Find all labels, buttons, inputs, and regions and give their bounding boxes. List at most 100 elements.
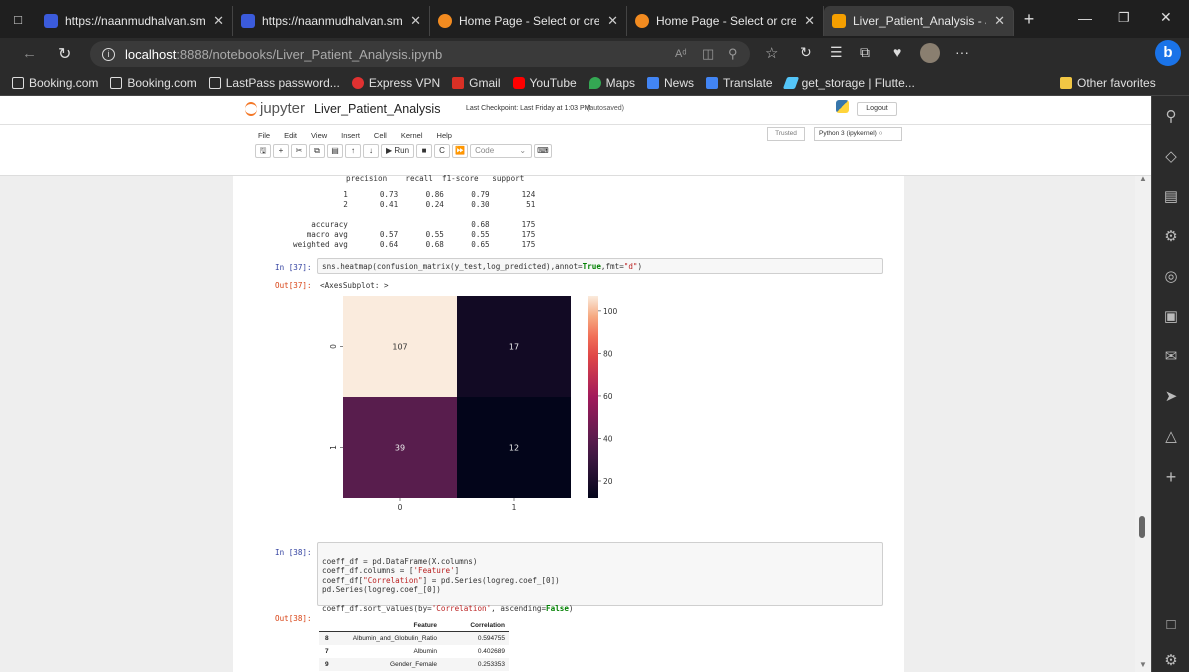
jupyter-header: jupyter Liver_Patient_Analysis Last Chec…	[0, 96, 1151, 176]
office-icon[interactable]: ▣	[1162, 308, 1180, 326]
bookmark-item[interactable]: Booking.com	[110, 76, 197, 90]
close-tab-icon[interactable]: ✕	[410, 13, 421, 29]
restart-icon[interactable]: C	[434, 144, 451, 158]
drop-icon[interactable]: △	[1162, 428, 1180, 446]
colorbar-tick-label: 20	[603, 477, 613, 486]
tab-actions-icon[interactable]: □	[0, 0, 36, 38]
scroll-up-icon[interactable]: ▲	[1139, 174, 1147, 183]
browser-tab[interactable]: https://naanmudhalvan.smarti ✕	[233, 6, 430, 36]
stop-icon[interactable]: ■	[416, 144, 433, 158]
bookmark-item[interactable]: YouTube	[512, 76, 577, 90]
bookmark-item[interactable]: Maps	[588, 75, 636, 90]
browser-tab[interactable]: https://naanmudhalvan.smarti ✕	[36, 6, 233, 36]
shopping-icon[interactable]: ▤	[1162, 188, 1180, 206]
close-tab-icon[interactable]: ✕	[213, 13, 224, 29]
scrollbar-thumb[interactable]	[1139, 516, 1145, 538]
bookmark-item[interactable]: LastPass password...	[208, 76, 340, 90]
bookmark-label: Maps	[605, 75, 636, 90]
notebook-area[interactable]: precision recall f1-score support 1 0.73…	[0, 174, 1151, 672]
menu-insert[interactable]: Insert	[341, 131, 360, 140]
kernel-indicator[interactable]: Python 3 (ipykernel) ○	[814, 127, 902, 141]
menu-bar: File Edit View Insert Cell Kernel Help	[258, 131, 452, 140]
add-icon[interactable]: +	[1162, 468, 1180, 486]
close-tab-icon[interactable]: ✕	[804, 13, 815, 29]
x-tick-label: 1	[512, 503, 517, 512]
search-icon[interactable]: ⚲	[1162, 108, 1180, 126]
read-aloud-icon[interactable]: Aᵈ	[675, 48, 687, 60]
outlook-icon[interactable]: ✉	[1162, 348, 1180, 366]
sidebar-toggle-icon[interactable]: □	[1162, 616, 1180, 634]
url-field[interactable]: i localhost:8888/notebooks/Liver_Patient…	[90, 41, 750, 67]
save-icon[interactable]: 🖫	[255, 144, 271, 158]
bookmark-label: Booking.com	[29, 75, 99, 90]
bookmark-item[interactable]: get_storage | Flutte...	[782, 76, 915, 90]
bookmark-item[interactable]: Gmail	[452, 76, 501, 90]
settings-icon[interactable]: ⚙	[1162, 652, 1180, 670]
menu-kernel[interactable]: Kernel	[401, 131, 423, 140]
profile-avatar[interactable]	[920, 43, 940, 63]
bookmark-item[interactable]: News	[647, 76, 694, 90]
jupyter-logo[interactable]: jupyter	[245, 100, 305, 117]
bookmark-item[interactable]: Booking.com	[12, 76, 98, 90]
paste-icon[interactable]: ▤	[327, 144, 343, 158]
extension-icon[interactable]: ↻	[800, 44, 812, 61]
info-icon[interactable]: i	[102, 47, 115, 61]
more-menu-icon[interactable]: ···	[955, 44, 969, 60]
bookmark-item[interactable]: Translate	[706, 76, 773, 90]
trusted-indicator[interactable]: Trusted	[767, 127, 805, 141]
move-up-icon[interactable]: ↑	[345, 144, 361, 158]
new-tab-button[interactable]: +	[1014, 9, 1044, 30]
menu-help[interactable]: Help	[437, 131, 452, 140]
insert-cell-icon[interactable]: +	[273, 144, 289, 158]
other-favorites[interactable]: Other favorites	[1060, 76, 1156, 90]
fast-forward-icon[interactable]: ⏩	[452, 144, 469, 158]
restore-button[interactable]: ❐	[1118, 10, 1130, 26]
browser-tab-active[interactable]: Liver_Patient_Analysis - Jupyte ✕	[824, 6, 1014, 36]
bookmark-item[interactable]: Express VPN	[351, 75, 441, 90]
menu-view[interactable]: View	[311, 131, 327, 140]
browser-tab[interactable]: Home Page - Select or create a ✕	[430, 6, 627, 36]
cell-annotation: 12	[509, 444, 519, 453]
tab-favicon-icon	[832, 14, 846, 28]
menu-file[interactable]: File	[258, 131, 270, 140]
browser-tab[interactable]: Home Page - Select or create a ✕	[627, 6, 824, 36]
close-tab-icon[interactable]: ✕	[994, 13, 1005, 29]
games-icon[interactable]: ◎	[1162, 268, 1180, 286]
split-screen-icon[interactable]: ◫	[702, 46, 714, 62]
run-button[interactable]: ▶ Run	[381, 144, 415, 158]
cut-icon[interactable]: ✂	[291, 144, 307, 158]
colorbar-tick-label: 60	[603, 392, 613, 401]
favorite-star-icon[interactable]: ☆	[765, 44, 778, 62]
copy-icon[interactable]: ⧉	[309, 144, 325, 158]
y-tick-label: 0	[329, 344, 338, 349]
zoom-icon[interactable]: ⚲	[728, 46, 738, 62]
send-icon[interactable]: ➤	[1162, 388, 1180, 406]
notebook-name[interactable]: Liver_Patient_Analysis	[314, 102, 440, 116]
move-down-icon[interactable]: ↓	[363, 144, 379, 158]
report-line: weighted avg 0.64 0.68 0.65 175	[293, 240, 536, 249]
tag-icon[interactable]: ◇	[1162, 148, 1180, 166]
code-cell[interactable]: coeff_df = pd.DataFrame(X.columns) coeff…	[317, 542, 883, 613]
back-icon[interactable]: ←	[22, 45, 37, 62]
page-scrollbar[interactable]: ▲ ▼	[1135, 174, 1151, 672]
scroll-down-icon[interactable]: ▼	[1139, 660, 1147, 669]
keyboard-icon[interactable]: ⌨	[534, 144, 552, 158]
health-icon[interactable]: ♥	[893, 44, 901, 60]
menu-cell[interactable]: Cell	[374, 131, 387, 140]
bing-icon[interactable]: b	[1155, 40, 1181, 66]
cell-type-select[interactable]: Code ⌄	[470, 144, 533, 158]
tools-icon[interactable]: ⚙	[1162, 228, 1180, 246]
minimize-button[interactable]: —	[1078, 10, 1092, 26]
row-index: 8	[325, 635, 329, 642]
code-cell[interactable]: sns.heatmap(confusion_matrix(y_test,log_…	[317, 258, 883, 274]
favorites-icon[interactable]: ☰	[830, 44, 843, 61]
close-window-button[interactable]: ✕	[1160, 9, 1172, 26]
table-row: 7 Albumin 0.402689	[319, 645, 509, 658]
close-tab-icon[interactable]: ✕	[607, 13, 618, 29]
refresh-icon[interactable]: ↻	[58, 44, 71, 64]
bookmark-label: Express VPN	[368, 75, 441, 90]
collections-icon[interactable]: ⧉	[860, 44, 870, 61]
logout-button[interactable]: Logout	[857, 102, 897, 116]
report-header: precision recall f1-score support	[346, 174, 525, 183]
menu-edit[interactable]: Edit	[284, 131, 297, 140]
